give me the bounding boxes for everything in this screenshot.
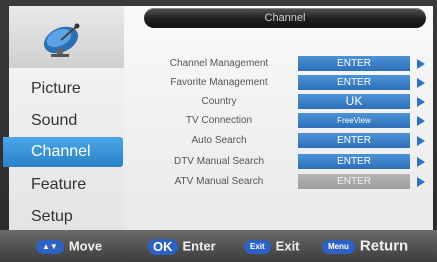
row-label: TV Connection [185,115,253,126]
row-auto-search[interactable]: Auto Search ENTER [124,131,433,151]
menu-item-setup[interactable]: Setup [9,202,124,232]
arrow-right-icon [417,157,425,167]
row-channel-management[interactable]: Channel Management ENTER [124,54,433,74]
main-menu: Picture Sound Channel Feature Setup [3,6,124,232]
menu-key-icon: Menu [322,239,355,254]
row-label: Channel Management [169,58,269,69]
row-label: Favorite Management [170,77,268,88]
tv-menu-screen: Picture Sound Channel Feature Setup Chan… [0,0,437,262]
arrow-right-icon [417,78,425,88]
row-label: ATV Manual Search [174,176,264,187]
row-favorite-management[interactable]: Favorite Management ENTER [124,73,433,93]
row-value-button: ENTER [298,174,410,189]
row-country[interactable]: Country UK [124,92,433,112]
row-label: Auto Search [191,135,247,146]
menu-item-picture[interactable]: Picture [9,74,124,104]
row-value-button[interactable]: ENTER [298,133,410,148]
logo-area [9,6,124,68]
row-value-button[interactable]: ENTER [298,56,410,71]
row-label: Country [201,96,237,107]
arrow-right-icon [417,97,425,107]
menu-item-channel[interactable]: Channel [3,137,123,167]
arrow-right-icon [417,136,425,146]
arrow-right-icon [417,59,425,69]
hint-exit: Exit Exit [244,237,300,255]
row-value-button[interactable]: UK [298,94,410,109]
hint-return: Menu Return [322,237,408,255]
arrow-right-icon [417,116,425,126]
satellite-dish-icon [43,23,80,57]
menu-item-feature[interactable]: Feature [9,170,124,200]
up-down-key-icon: ▲▼ [36,239,64,254]
exit-key-icon: Exit [244,239,271,254]
title-bar: Channel [144,8,426,28]
row-value-button[interactable]: FreeView [298,113,410,128]
hint-bar: ▲▼ Move OK Enter Exit Exit Menu Return [0,230,437,262]
arrow-right-icon [417,177,425,187]
ok-key-icon: OK [148,238,178,255]
row-dtv-manual-search[interactable]: DTV Manual Search ENTER [124,152,433,172]
row-label: DTV Manual Search [173,156,265,167]
hint-enter: OK Enter [148,237,216,255]
hint-move: ▲▼ Move [36,237,102,255]
menu-item-sound[interactable]: Sound [9,106,124,136]
row-tv-connection[interactable]: TV Connection FreeView [124,111,433,131]
channel-panel: Channel Channel Management ENTER Favorit… [124,6,433,230]
page-title: Channel [264,12,306,24]
row-value-button[interactable]: ENTER [298,75,410,90]
row-atv-manual-search: ATV Manual Search ENTER [124,172,433,192]
row-value-button[interactable]: ENTER [298,154,410,169]
